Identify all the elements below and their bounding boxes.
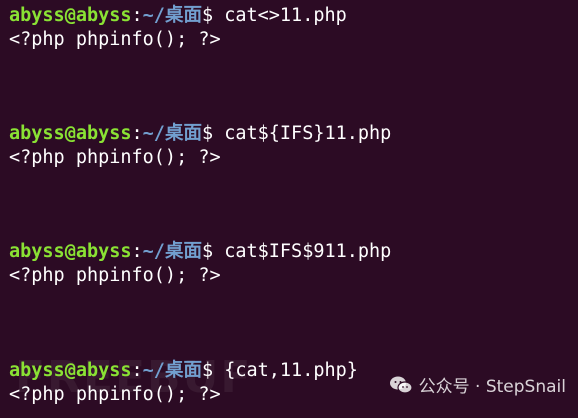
- command-text: cat${IFS}11.php: [224, 123, 392, 144]
- prompt-separator: :: [131, 123, 143, 144]
- prompt-line: abyss@abyss:~/桌面$ cat<>11.php: [9, 4, 347, 28]
- prompt-path: ~/桌面: [142, 5, 202, 26]
- prompt-separator: :: [131, 360, 143, 381]
- command-output: <?php phpinfo(); ?>: [9, 265, 221, 286]
- wechat-caption: 公众号 · StepSnail: [418, 377, 566, 397]
- prompt-line: abyss@abyss:~/桌面$ cat$IFS$911.php: [9, 240, 391, 264]
- command-text: cat<>11.php: [224, 5, 347, 26]
- prompt-sign: $: [201, 123, 214, 144]
- prompt-separator: :: [131, 5, 143, 26]
- prompt-path: ~/桌面: [142, 360, 202, 381]
- command-block: abyss@abyss:~/桌面$ cat<>11.php <?php phpi…: [9, 4, 347, 52]
- prompt-line: abyss@abyss:~/桌面$ {cat,11.php}: [9, 359, 358, 383]
- prompt-path: ~/桌面: [142, 241, 202, 262]
- command-text: cat$IFS$911.php: [224, 241, 392, 262]
- command-block: abyss@abyss:~/桌面$ cat$IFS$911.php <?php …: [9, 240, 391, 288]
- prompt-line: abyss@abyss:~/桌面$ cat${IFS}11.php: [9, 122, 391, 146]
- prompt-path: ~/桌面: [142, 123, 202, 144]
- prompt-user-host: abyss@abyss: [9, 360, 132, 381]
- prompt-sign: $: [201, 360, 214, 381]
- command-output: <?php phpinfo(); ?>: [9, 147, 221, 168]
- prompt-user-host: abyss@abyss: [9, 241, 132, 262]
- prompt-user-host: abyss@abyss: [9, 5, 132, 26]
- command-block: abyss@abyss:~/桌面$ cat${IFS}11.php <?php …: [9, 122, 391, 170]
- command-output: <?php phpinfo(); ?>: [9, 29, 221, 50]
- prompt-sign: $: [201, 5, 214, 26]
- prompt-user-host: abyss@abyss: [9, 123, 132, 144]
- terminal-window[interactable]: abyss@abyss:~/桌面$ cat<>11.php <?php phpi…: [0, 0, 578, 418]
- prompt-sign: $: [201, 241, 214, 262]
- command-block: abyss@abyss:~/桌面$ {cat,11.php} <?php php…: [9, 359, 358, 407]
- wechat-icon: [389, 375, 413, 395]
- command-output: <?php phpinfo(); ?>: [9, 384, 221, 405]
- wechat-watermark: 公众号 · StepSnail: [389, 372, 566, 397]
- command-text: {cat,11.php}: [224, 360, 358, 381]
- prompt-separator: :: [131, 241, 143, 262]
